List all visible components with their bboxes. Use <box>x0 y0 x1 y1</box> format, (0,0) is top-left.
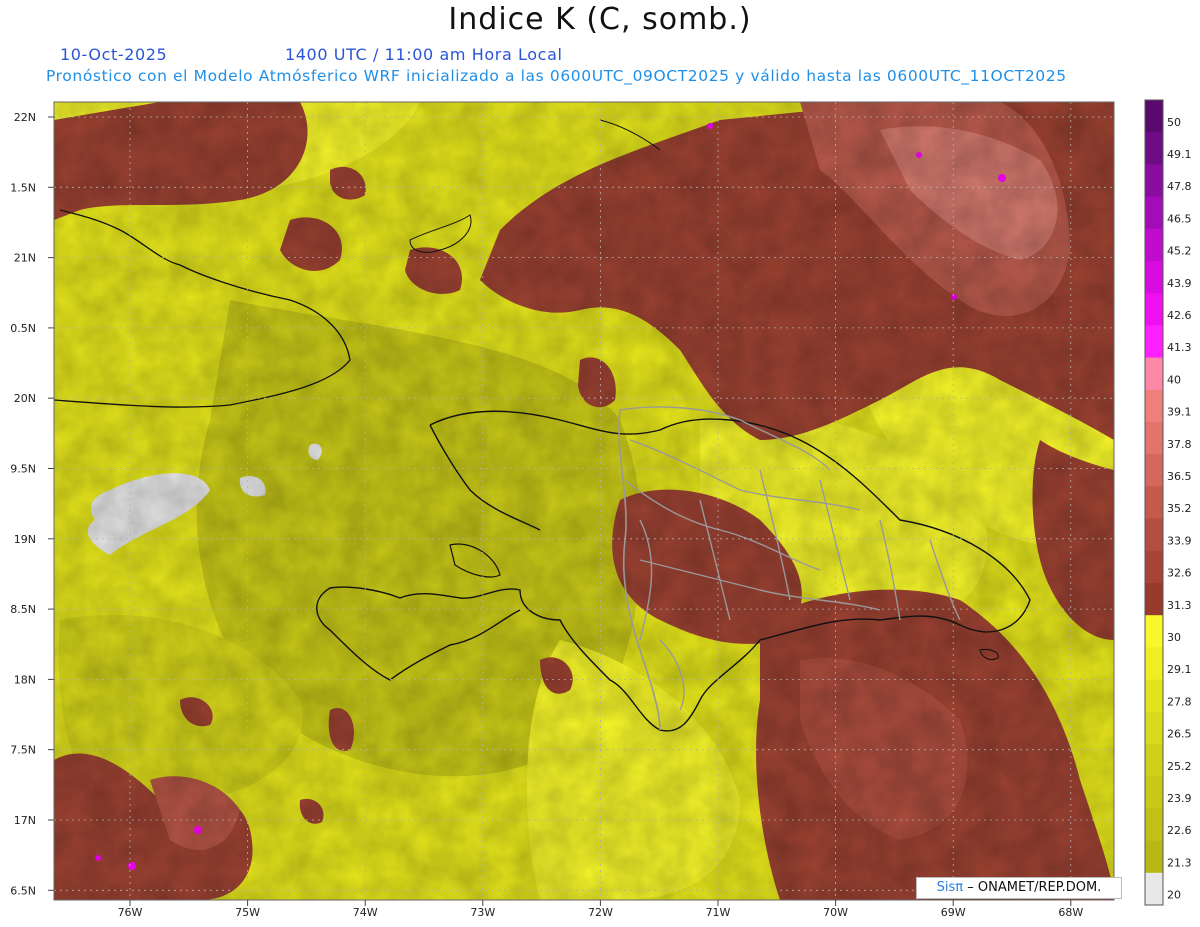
lon-label: 68W <box>1058 906 1083 919</box>
colorbar-label: 23.9 <box>1167 792 1192 805</box>
lat-label: 17N <box>14 814 36 827</box>
colorbar-label: 30 <box>1167 631 1181 644</box>
colorbar-label: 43.9 <box>1167 277 1192 290</box>
colorbar-label: 36.5 <box>1167 470 1192 483</box>
field-layer <box>54 102 1114 900</box>
colorbar-label: 33.9 <box>1167 534 1192 547</box>
colorbar-swatch <box>1145 615 1163 648</box>
colorbar-swatch <box>1145 583 1163 616</box>
lat-label: 9.5N <box>10 463 36 476</box>
colorbar-swatch <box>1145 647 1163 681</box>
lat-label: 19N <box>14 533 36 546</box>
lon-label: 76W <box>118 906 143 919</box>
colorbar-swatch <box>1145 711 1163 745</box>
sispi-logo: Sisπ <box>936 880 964 895</box>
credit-box: Sisπ – ONAMET/REP.DOM. <box>916 877 1122 899</box>
colorbar-label: 35.2 <box>1167 502 1192 515</box>
colorbar-swatch <box>1145 164 1163 198</box>
colorbar-swatch <box>1145 776 1163 809</box>
lat-label: 20N <box>14 392 36 405</box>
lat-label: 8.5N <box>10 603 36 616</box>
colorbar-swatch <box>1145 679 1163 713</box>
k-index-map: 22N 1.5N 21N 0.5N 20N 9.5N 19N 8.5N 18N 7.5N 17N 6.… <box>10 99 1192 919</box>
lon-label: 69W <box>941 906 966 919</box>
lon-label: 73W <box>470 906 495 919</box>
colorbar-label: 20 <box>1167 889 1181 902</box>
colorbar-label: 32.6 <box>1167 567 1192 580</box>
colorbar-swatch <box>1145 808 1163 842</box>
colorbar-swatch <box>1145 293 1163 326</box>
colorbar-label: 31.3 <box>1167 599 1192 612</box>
colorbar-swatch <box>1145 196 1163 230</box>
colorbar-label: 47.8 <box>1167 180 1192 193</box>
lon-label: 74W <box>353 906 378 919</box>
colorbar-swatch <box>1145 261 1163 294</box>
colorbar-swatch <box>1145 518 1163 552</box>
colorbar-swatch <box>1145 357 1163 391</box>
colorbar-label: 45.2 <box>1167 245 1192 258</box>
lat-label: 6.5N <box>10 884 36 897</box>
lat-label: 22N <box>14 111 36 124</box>
lat-label: 21N <box>14 252 36 265</box>
colorbar: 50 49.1 47.8 46.5 45.2 43.9 42.6 41.3 40 39.1 37.8… <box>1144 99 1192 906</box>
colorbar-label: 29.1 <box>1167 663 1192 676</box>
colorbar-label: 50 <box>1167 116 1181 129</box>
colorbar-swatch <box>1145 550 1163 584</box>
field-texture <box>54 102 1114 900</box>
credit-text: – ONAMET/REP.DOM. <box>967 880 1102 895</box>
colorbar-label: 42.6 <box>1167 309 1192 322</box>
lat-label: 0.5N <box>10 322 36 335</box>
colorbar-label: 25.2 <box>1167 760 1192 773</box>
colorbar-swatch <box>1145 872 1163 906</box>
colorbar-label: 22.6 <box>1167 824 1192 837</box>
colorbar-swatch <box>1145 486 1163 520</box>
lat-label: 1.5N <box>10 181 36 194</box>
lat-label: 18N <box>14 673 36 686</box>
longitude-axis: 76W 75W 74W 73W 72W 71W 70W 69W 68W <box>118 900 1083 919</box>
colorbar-label: 27.8 <box>1167 695 1192 708</box>
latitude-axis: 22N 1.5N 21N 0.5N 20N 9.5N 19N 8.5N 18N 7.5N 17N 6.… <box>10 111 54 897</box>
colorbar-swatch <box>1145 840 1163 874</box>
colorbar-swatch <box>1145 744 1163 777</box>
colorbar-swatch <box>1145 100 1163 133</box>
colorbar-swatch <box>1145 132 1163 165</box>
lon-label: 72W <box>588 906 613 919</box>
colorbar-swatch <box>1145 422 1163 455</box>
lon-label: 71W <box>706 906 731 919</box>
colorbar-label: 41.3 <box>1167 341 1192 354</box>
colorbar-label: 40 <box>1167 373 1181 386</box>
colorbar-swatch <box>1145 454 1163 487</box>
lon-label: 70W <box>823 906 848 919</box>
colorbar-label: 39.1 <box>1167 406 1192 419</box>
lat-label: 7.5N <box>10 744 36 757</box>
colorbar-label: 26.5 <box>1167 728 1192 741</box>
colorbar-swatch <box>1145 228 1163 262</box>
lon-label: 75W <box>235 906 260 919</box>
colorbar-swatch <box>1145 325 1163 359</box>
colorbar-label: 46.5 <box>1167 212 1192 225</box>
colorbar-label: 37.8 <box>1167 438 1192 451</box>
colorbar-swatch <box>1145 389 1163 423</box>
colorbar-label: 49.1 <box>1167 148 1192 161</box>
colorbar-label: 21.3 <box>1167 856 1192 869</box>
